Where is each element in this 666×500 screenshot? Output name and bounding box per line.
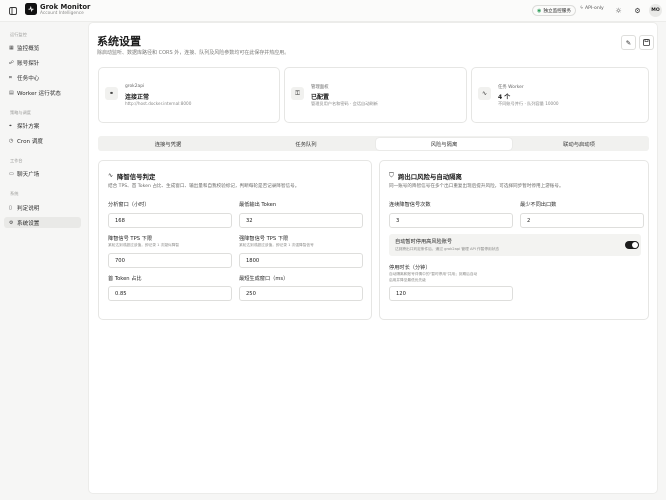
status-card-worker: ∿ 任务 Worker 4 个 不同账号并行 · 队列容量 10000 [471,67,649,123]
tab-queue[interactable]: 任务队列 [238,138,374,150]
key-icon: ⚿ [291,87,304,100]
tab-linkage[interactable]: 联动与启动项 [511,138,647,150]
sidebar-item-chat[interactable]: ▭ 聊天广场 [4,168,81,179]
theme-sun-icon[interactable]: ☼ [613,5,624,16]
app-subtitle: Account Intelligence [40,11,84,16]
tab-connection[interactable]: 连接与凭据 [100,138,236,150]
field-hint: 自动隔离和账号详情中的"暂时停用"共用；到期后自动 [389,272,478,276]
field-label: 最低输出 Token [239,202,277,208]
edit-button[interactable]: ✎ [621,35,636,50]
status-title: 4 个 [498,94,511,101]
field-label: 最少不同出口数 [520,202,557,208]
sidebar-group-label: 策略与调度 [10,110,31,115]
card-title: 降智信号判定 [117,173,156,181]
tps-low-input[interactable]: 700 [108,253,232,268]
sidebar-item-tasks[interactable]: ⌗ 任务中心 [4,72,81,83]
lightning-icon: ϟ [580,6,584,11]
settings-gear-icon[interactable]: ⚙ [632,5,643,16]
field-hint: 启用并降至最低优先级 [389,278,426,282]
min-tokens-input[interactable]: 32 [239,213,363,228]
tasks-icon: ⌗ [9,74,12,81]
sidebar-item-worker[interactable]: ▤ Worker 运行状态 [4,87,81,98]
status-detail: http://host.docker.internal:8000 [125,101,192,106]
field-label: 降智信号 TPS 下限 [108,236,153,242]
pulse-icon: ∿ [478,87,491,100]
field-hint: 某轮达到或超过该值，即记录 1 次强降智信号 [239,243,314,247]
status-caption: 任务 Worker [498,85,524,90]
doc-icon: ▯ [9,204,12,211]
app-name: Grok Monitor [40,2,91,11]
degrade-signal-card: ∿ 降智信号判定 结合 TPS、首 Token 占比、生成窗口、输出量和自我校验… [98,160,372,320]
shield-icon: ⛉ [389,171,394,179]
link-icon: ⚭ [105,87,118,100]
app-logo [25,3,37,15]
first-token-ratio-input[interactable]: 0.85 [108,286,232,301]
sidebar-group-label: 运行监控 [10,32,27,37]
api-mode-badge: ϟ API-only [580,6,604,11]
min-exits-input[interactable]: 2 [520,213,644,228]
field-label: 停用时长（分钟） [389,265,431,271]
tps-strong-input[interactable]: 1800 [239,253,363,268]
auto-disable-row: 自动暂时停用高风险账号 达到跨出口判定条件后，通过 grok2api 管理 AP… [389,234,641,256]
status-caption: 管理面权 [311,85,329,90]
status-title: 已配置 [311,94,330,101]
cross-exit-risk-card: ⛉ 跨出口风险与自动隔离 同一账号的降智信号在多个出口重复出现后提升风险，可选择… [379,160,649,320]
sidebar-group-label: 工作台 [10,158,23,163]
users-icon: ☍ [9,59,15,66]
field-label: 连续降智信号次数 [389,202,431,208]
sidebar: 运行监控 ▦ 监控概览 ☍ 账号探针 ⌗ 任务中心 ▤ Worker 运行状态 策略与调… [0,22,88,500]
chat-icon: ▭ [9,170,14,177]
auto-disable-label: 自动暂时停用高风险账号 [395,239,453,245]
top-bar: Grok Monitor Account Intelligence ◉ 独立监控服… [0,0,666,22]
main-panel: 系统设置 除启动监听、数据库路径和 CORS 外，连接、队列及风险参数均可在此保… [88,22,658,494]
sidebar-item-probes[interactable]: ☍ 账号探针 [4,57,81,68]
status-title: 连接正常 [125,94,150,101]
min-window-input[interactable]: 250 [239,286,363,301]
status-caption: grok2api [125,84,145,89]
service-badge[interactable]: ◉ 独立监控服务 [532,5,576,16]
page-title: 系统设置 [97,35,141,48]
tab-risk[interactable]: 风险与隔离 [376,137,512,150]
grid-icon: ▦ [9,44,14,51]
window-hours-input[interactable]: 168 [108,213,232,228]
disable-duration-input[interactable]: 120 [389,286,513,301]
probe-icon: ⌖ [9,122,12,129]
settings-tabs: 连接与凭据 任务队列 风险与隔离 联动与启动项 [98,136,649,151]
status-detail: 管理员用户名和密码 · 会话自动刷新 [311,101,378,106]
field-label: 强降智信号 TPS 下限 [239,236,289,242]
card-desc: 结合 TPS、首 Token 占比、生成窗口、输出量和自我校验标记，判断每轮是否… [108,184,300,189]
save-icon [643,39,650,46]
status-card-connection: ⚭ grok2api 连接正常 http://host.docker.inter… [98,67,280,123]
auto-disable-hint: 达到跨出口判定条件后，通过 grok2api 管理 API 作暂停用状态 [395,247,500,251]
sidebar-item-overview[interactable]: ▦ 监控概览 [4,42,81,53]
sidebar-item-judgement[interactable]: ▯ 判定说明 [4,202,81,213]
card-desc: 同一账号的降智信号在多个出口重复出现后提升风险，可选择同步暂时停用上游账号。 [389,184,564,189]
field-label: 首 Token 占比 [108,276,142,282]
field-hint: 某轮达到或超过该值，即记录 1 次疑似降智 [108,243,180,247]
status-card-admin: ⚿ 管理面权 已配置 管理员用户名和密码 · 会话自动刷新 [284,67,467,123]
clock-icon: ◷ [9,137,14,144]
field-label: 最短生成窗口（ms） [239,276,289,282]
wave-icon: ∿ [108,172,114,179]
avatar[interactable]: MO [649,4,662,17]
server-icon: ▤ [9,89,14,96]
pencil-icon: ✎ [625,38,632,47]
consecutive-signals-input[interactable]: 3 [389,213,513,228]
field-label: 分析窗口（小时） [108,202,150,208]
sidebar-item-cron[interactable]: ◷ Cron 调度 [4,135,81,146]
auto-disable-toggle[interactable] [625,241,639,249]
save-button[interactable] [639,35,654,50]
status-detail: 不同账号并行 · 队列容量 10000 [498,101,559,106]
sidebar-toggle-icon[interactable] [8,6,17,15]
sidebar-item-settings[interactable]: ⚙ 系统设置 [4,217,81,228]
sidebar-group-label: 系统 [10,191,19,196]
gear-icon: ⚙ [9,219,14,226]
shield-check-icon: ◉ [537,7,542,14]
card-title: 跨出口风险与自动隔离 [398,173,462,181]
sidebar-item-probe-plans[interactable]: ⌖ 探针方案 [4,120,81,131]
page-subtitle: 除启动监听、数据库路径和 CORS 外，连接、队列及风险参数均可在此保存并热应用… [97,50,290,56]
